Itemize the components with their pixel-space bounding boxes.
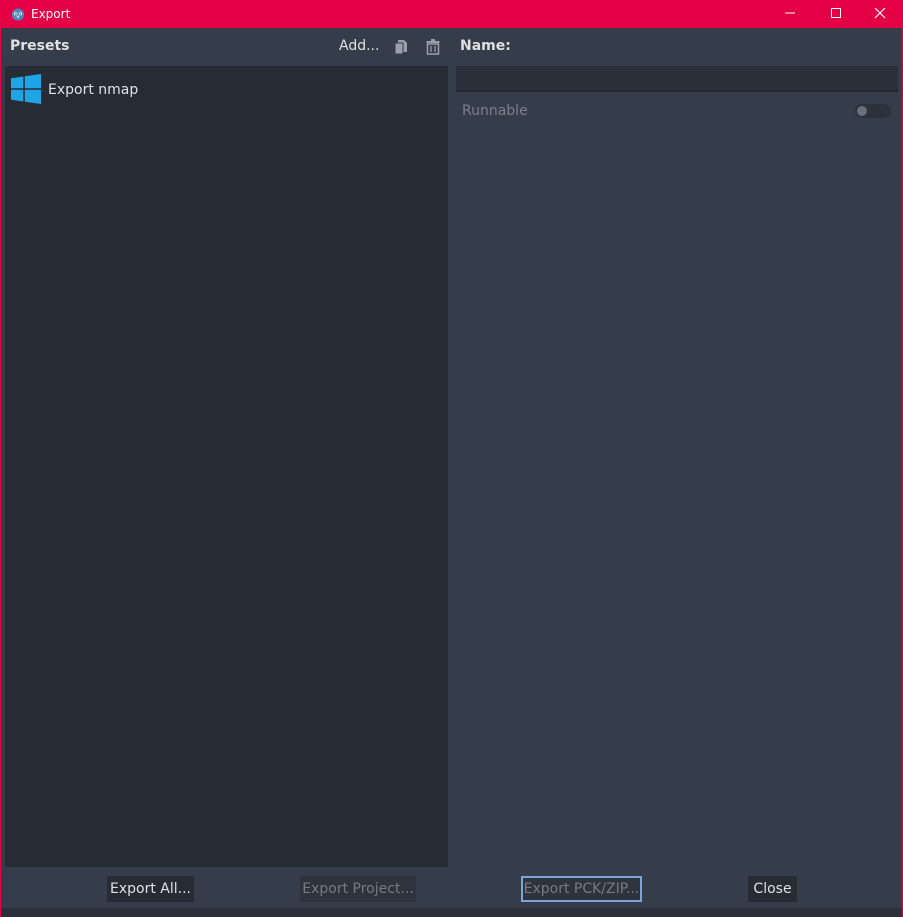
duplicate-icon[interactable] <box>394 39 408 55</box>
runnable-toggle[interactable] <box>855 104 891 118</box>
minimize-icon <box>785 12 795 14</box>
export-pck-zip-button[interactable]: Export PCK/ZIP... <box>521 876 642 902</box>
name-label: Name: <box>460 38 511 54</box>
window-titlebar[interactable]: Export <box>0 0 903 28</box>
runnable-label: Runnable <box>462 103 528 119</box>
maximize-button[interactable] <box>813 0 859 28</box>
minimize-button[interactable] <box>767 0 813 28</box>
preset-list[interactable]: Export nmap <box>5 66 448 867</box>
close-button[interactable]: Close <box>748 876 797 902</box>
close-icon <box>874 7 886 19</box>
maximize-icon <box>831 8 841 18</box>
toggle-knob <box>857 106 867 116</box>
preset-name: Export nmap <box>48 82 139 98</box>
preset-name-input[interactable] <box>456 66 898 92</box>
export-project-button[interactable]: Export Project... <box>300 876 416 902</box>
window-title: Export <box>31 7 71 21</box>
add-preset-button[interactable]: Add... <box>339 38 379 54</box>
presets-heading: Presets <box>10 38 70 54</box>
close-window-button[interactable] <box>857 0 903 28</box>
window-bottom-edge <box>1 908 902 917</box>
export-all-button[interactable]: Export All... <box>107 876 194 902</box>
export-dialog-body: Presets Add... Export nmap Name: Runnabl… <box>1 28 902 908</box>
windows-logo-icon <box>11 74 41 104</box>
trash-icon[interactable] <box>426 39 440 55</box>
list-item[interactable]: Export nmap <box>11 72 441 106</box>
godot-app-icon <box>12 8 24 21</box>
